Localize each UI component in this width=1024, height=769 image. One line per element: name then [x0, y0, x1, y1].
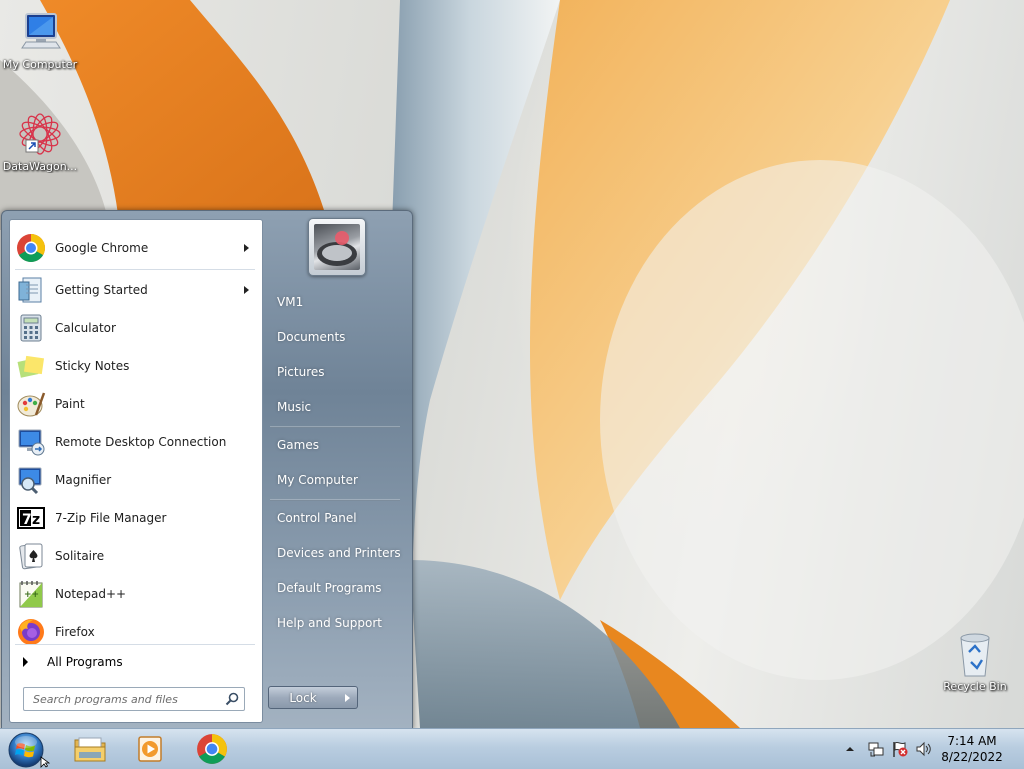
calculator-icon: [20, 314, 42, 342]
magnifier-icon: [18, 467, 42, 495]
all-programs-button[interactable]: All Programs: [13, 650, 259, 674]
start-item-paint[interactable]: Paint: [13, 386, 259, 422]
start-right-separator: [270, 426, 400, 428]
start-search-box[interactable]: [23, 687, 245, 711]
start-right-item-control-panel[interactable]: Control Panel: [270, 503, 406, 533]
chevron-right-icon: [344, 693, 350, 702]
taskbar-media-player[interactable]: [122, 731, 178, 767]
desktop-icon-datawagon[interactable]: DataWagon...: [0, 110, 80, 173]
start-right-item-music[interactable]: Music: [270, 392, 406, 422]
search-input[interactable]: [31, 691, 224, 707]
svg-text:7: 7: [22, 512, 32, 528]
start-right-item-default-programs[interactable]: Default Programs: [270, 573, 406, 603]
start-right-item-devices-and-printers[interactable]: Devices and Printers: [270, 538, 406, 568]
clock-time: 7:14 AM: [947, 734, 997, 748]
start-item-label: Calculator: [55, 321, 116, 335]
desktop-icon-my-computer[interactable]: My Computer: [0, 8, 80, 71]
start-item-magnifier[interactable]: Magnifier: [13, 462, 259, 498]
seven-zip-icon: 7 z: [17, 507, 45, 529]
system-tray: [843, 729, 933, 769]
computer-icon: [21, 13, 61, 49]
start-item-label: Notepad++: [55, 587, 127, 601]
action-center-flag-icon[interactable]: [891, 740, 909, 758]
chrome-icon: [197, 734, 227, 764]
start-item-label: Getting Started: [55, 283, 148, 297]
mouse-cursor-icon: [40, 756, 50, 768]
notepad-plus-plus-icon: ++: [19, 581, 43, 608]
desktop-icon-label: Recycle Bin: [943, 680, 1007, 693]
clock-date: 8/22/2022: [941, 750, 1003, 764]
start-right-item-pictures[interactable]: Pictures: [270, 357, 406, 387]
chrome-icon: [17, 234, 45, 262]
user-account-picture[interactable]: [308, 218, 366, 276]
network-icon[interactable]: [867, 740, 885, 758]
start-item-label: Paint: [55, 397, 85, 411]
submenu-arrow-icon[interactable]: [244, 286, 249, 294]
firefox-icon: [18, 619, 44, 645]
start-menu: Google Chrome Getting Started Calculator…: [1, 210, 413, 730]
taskbar-clock[interactable]: 7:14 AM 8/22/2022: [934, 733, 1010, 765]
start-menu-separator: [15, 644, 255, 645]
start-item-label: 7-Zip File Manager: [55, 511, 167, 525]
start-menu-separator: [15, 269, 255, 270]
start-item-notepad-plus-plus[interactable]: ++ Notepad++: [13, 576, 259, 612]
start-menu-programs-pane: Google Chrome Getting Started Calculator…: [9, 219, 263, 723]
sticky-notes-icon: [17, 355, 45, 378]
volume-icon[interactable]: [915, 740, 933, 758]
taskbar: 7:14 AM 8/22/2022: [0, 728, 1024, 769]
search-icon[interactable]: [224, 691, 240, 707]
start-right-item-help-and-support[interactable]: Help and Support: [270, 608, 406, 638]
taskbar-google-chrome[interactable]: [184, 731, 240, 767]
show-hidden-icons-icon[interactable]: [843, 742, 857, 756]
start-item-label: Google Chrome: [55, 241, 149, 255]
start-right-separator: [270, 499, 400, 501]
start-item-label: Remote Desktop Connection: [55, 435, 227, 449]
recycle-bin-icon: [960, 633, 990, 677]
desktop-icon-label: DataWagon...: [2, 160, 78, 173]
start-item-label: Solitaire: [55, 549, 105, 563]
getting-started-icon: [18, 277, 42, 303]
paint-icon: [17, 392, 46, 417]
all-programs-label: All Programs: [47, 655, 123, 669]
start-item-remote-desktop[interactable]: Remote Desktop Connection: [13, 424, 259, 460]
lock-button[interactable]: Lock: [268, 686, 338, 709]
taskbar-windows-explorer[interactable]: [62, 731, 118, 767]
svg-text:z: z: [32, 512, 40, 528]
expand-arrow-icon: [23, 657, 28, 667]
start-item-label: Magnifier: [55, 473, 112, 487]
submenu-arrow-icon[interactable]: [244, 244, 249, 252]
solitaire-icon: [19, 543, 43, 570]
start-item-label: Firefox: [55, 625, 95, 639]
desktop-icon-recycle-bin[interactable]: Recycle Bin: [935, 630, 1015, 693]
start-item-calculator[interactable]: Calculator: [13, 310, 259, 346]
user-picture-image: [314, 224, 360, 270]
start-item-label: Sticky Notes: [55, 359, 130, 373]
start-item-7zip[interactable]: 7 z 7-Zip File Manager: [13, 500, 259, 536]
start-item-solitaire[interactable]: Solitaire: [13, 538, 259, 574]
start-item-getting-started[interactable]: Getting Started: [13, 272, 259, 308]
svg-text:++: ++: [24, 590, 39, 600]
start-right-item-my-computer[interactable]: My Computer: [270, 465, 406, 495]
windows-explorer-icon: [74, 737, 106, 762]
start-item-sticky-notes[interactable]: Sticky Notes: [13, 348, 259, 384]
media-player-icon: [138, 736, 162, 762]
start-right-item-vm1[interactable]: VM1: [270, 287, 406, 317]
remote-desktop-icon: [18, 429, 45, 456]
datawagon-icon: [19, 113, 61, 155]
shutdown-options-button[interactable]: [337, 686, 358, 709]
start-right-item-games[interactable]: Games: [270, 430, 406, 460]
desktop-icon-label: My Computer: [2, 58, 78, 71]
start-right-item-documents[interactable]: Documents: [270, 322, 406, 352]
start-item-google-chrome[interactable]: Google Chrome: [13, 230, 259, 266]
